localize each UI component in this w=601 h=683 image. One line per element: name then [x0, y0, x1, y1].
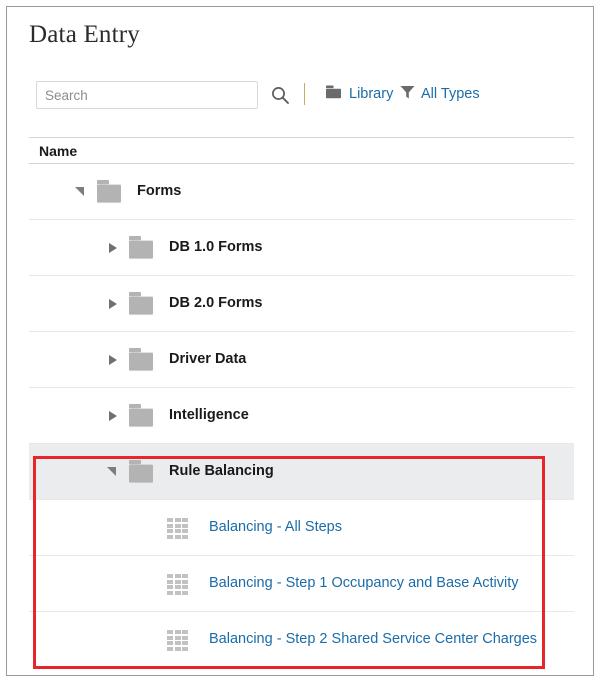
table-row[interactable]: Balancing - Step 2 Shared Service Center…: [29, 612, 574, 668]
folder-icon: [127, 347, 156, 378]
page-title: Data Entry: [29, 21, 140, 48]
form-link[interactable]: Balancing - Step 2 Shared Service Center…: [209, 631, 537, 647]
folder-icon: [127, 403, 156, 434]
form-grid-icon: [167, 630, 188, 651]
folder-label: Forms: [137, 183, 182, 199]
disclosure-collapsed-icon[interactable]: [109, 355, 117, 365]
disclosure-collapsed-icon[interactable]: [109, 411, 117, 421]
library-label: Library: [349, 86, 394, 102]
toolbar-divider: [304, 83, 305, 105]
folder-label: DB 2.0 Forms: [169, 295, 263, 311]
folder-icon: [127, 459, 156, 490]
toolbar: Library All Types: [29, 81, 574, 113]
disclosure-expanded-icon[interactable]: [75, 187, 84, 196]
data-entry-tree-table: Name Forms DB 1.0 Forms DB 2.0 Forms Driver…: [29, 137, 574, 668]
library-button[interactable]: Library: [325, 82, 393, 106]
column-header-name: Name: [39, 142, 78, 159]
filter-funnel-icon: [399, 84, 416, 105]
form-grid-icon: [167, 518, 188, 539]
disclosure-collapsed-icon[interactable]: [109, 243, 117, 253]
search-input[interactable]: [36, 81, 258, 109]
search-icon[interactable]: [269, 84, 291, 106]
form-grid-icon: [167, 574, 188, 595]
all-types-label: All Types: [421, 86, 480, 102]
table-row[interactable]: DB 1.0 Forms: [29, 220, 574, 276]
folder-label: Rule Balancing: [169, 463, 274, 479]
table-row[interactable]: Rule Balancing: [29, 444, 574, 500]
folder-icon: [127, 235, 156, 266]
all-types-button[interactable]: All Types: [399, 82, 480, 106]
table-header: Name: [29, 137, 574, 164]
table-row[interactable]: Driver Data: [29, 332, 574, 388]
folder-icon: [325, 84, 344, 105]
disclosure-expanded-icon[interactable]: [107, 467, 116, 476]
table-body: Forms DB 1.0 Forms DB 2.0 Forms Driver Data…: [29, 164, 574, 668]
folder-icon: [95, 179, 124, 210]
folder-label: Intelligence: [169, 407, 249, 423]
disclosure-collapsed-icon[interactable]: [109, 299, 117, 309]
table-row[interactable]: Balancing - All Steps: [29, 500, 574, 556]
folder-label: Driver Data: [169, 351, 247, 367]
table-row[interactable]: Balancing - Step 1 Occupancy and Base Ac…: [29, 556, 574, 612]
data-entry-panel: Data Entry Library: [6, 6, 594, 676]
form-link[interactable]: Balancing - All Steps: [209, 519, 342, 535]
folder-label: DB 1.0 Forms: [169, 239, 263, 255]
table-row[interactable]: Forms: [29, 164, 574, 220]
table-row[interactable]: DB 2.0 Forms: [29, 276, 574, 332]
form-link[interactable]: Balancing - Step 1 Occupancy and Base Ac…: [209, 575, 519, 591]
table-row[interactable]: Intelligence: [29, 388, 574, 444]
folder-icon: [127, 291, 156, 322]
